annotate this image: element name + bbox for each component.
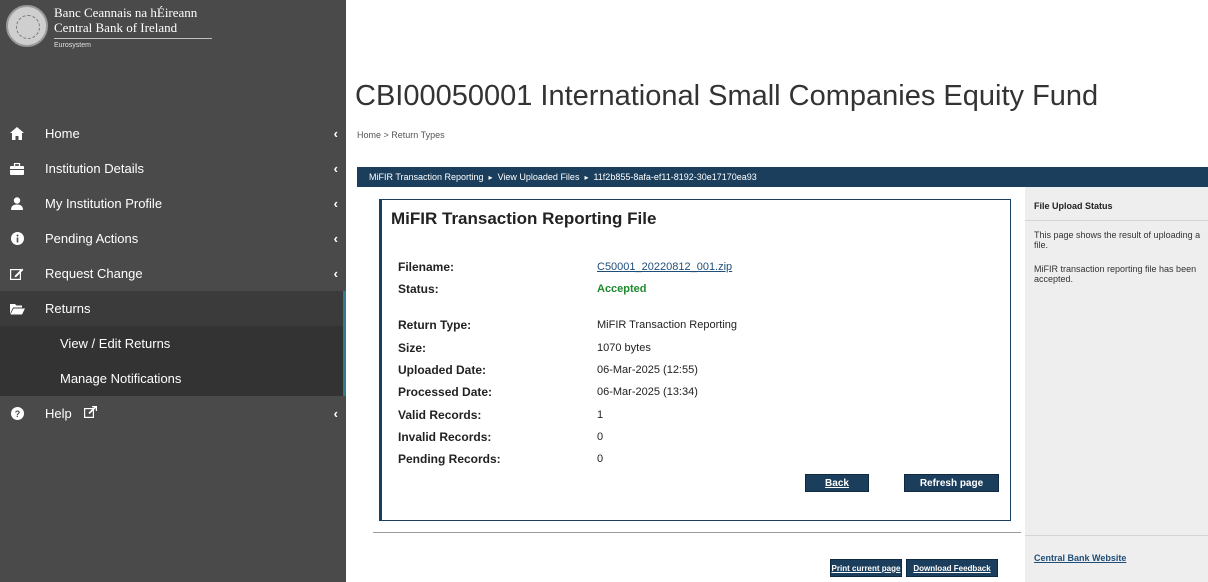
cbi-logo[interactable]: Banc Ceannais na hÉireann Central Bank o…	[0, 0, 346, 70]
content-divider	[373, 532, 1021, 533]
back-button[interactable]: Back	[805, 474, 869, 492]
sidebar-item-pending-actions[interactable]: Pending Actions ‹	[0, 221, 346, 256]
pending-records-value: 0	[597, 453, 604, 465]
return-path-bar: MiFIR Transaction Reporting ▸ View Uploa…	[357, 167, 1208, 187]
size-label: Size:	[398, 341, 427, 355]
panel-heading: File Upload Status	[1025, 187, 1208, 221]
sidebar-item-label: Returns	[45, 301, 91, 316]
logo-irish-name: Banc Ceannais na hÉireann	[54, 5, 198, 20]
path-item-mifir[interactable]: MiFIR Transaction Reporting	[369, 172, 484, 182]
breadcrumb: Home > Return Types	[357, 130, 445, 140]
chevron-left-icon: ‹	[333, 231, 338, 246]
breadcrumb-home-link[interactable]: Home	[357, 130, 381, 140]
file-upload-status-panel: File Upload Status This page shows the r…	[1025, 187, 1208, 582]
return-type-label: Return Type:	[398, 318, 472, 332]
sidebar-nav: Home ‹ Institution Details ‹ My Institut…	[0, 116, 346, 431]
chevron-left-icon: ‹	[333, 266, 338, 281]
chevron-left-icon: ‹	[333, 126, 338, 141]
refresh-page-button[interactable]: Refresh page	[904, 474, 999, 492]
svg-text:?: ?	[14, 409, 20, 419]
invalid-records-value: 0	[597, 431, 604, 443]
sidebar-item-returns[interactable]: Returns	[0, 291, 346, 326]
path-item-view-uploaded-files[interactable]: View Uploaded Files	[498, 172, 580, 182]
valid-records-label: Valid Records:	[398, 408, 482, 422]
logo-divider	[54, 38, 212, 39]
filename-label: Filename:	[398, 260, 455, 274]
user-icon	[9, 196, 25, 212]
home-icon	[9, 126, 25, 142]
processed-date-value: 06-Mar-2025 (13:34)	[597, 386, 698, 398]
path-item-file-id: 11f2b855-8afa-ef11-8192-30e17170ea93	[593, 172, 757, 182]
uploaded-date-value: 06-Mar-2025 (12:55)	[597, 364, 698, 376]
sidebar-item-home[interactable]: Home ‹	[0, 116, 346, 151]
sidebar-item-institution-details[interactable]: Institution Details ‹	[0, 151, 346, 186]
valid-records-value: 1	[597, 409, 604, 421]
status-value: Accepted	[597, 283, 647, 295]
sidebar-item-request-change[interactable]: Request Change ‹	[0, 256, 346, 291]
file-details-card: MiFIR Transaction Reporting File Filenam…	[379, 199, 1011, 521]
question-icon: ?	[9, 406, 25, 422]
chevron-left-icon: ‹	[333, 406, 338, 421]
sidebar-item-label: My Institution Profile	[45, 196, 163, 211]
sidebar-item-label: Pending Actions	[45, 231, 139, 246]
logo-eurosystem: Eurosystem	[54, 42, 91, 49]
caret-right-icon: ▸	[584, 172, 589, 182]
sidebar-subitem-view-edit-returns[interactable]: View / Edit Returns	[0, 326, 346, 361]
card-title: MiFIR Transaction Reporting File	[391, 209, 657, 228]
sidebar-item-label: Home	[45, 126, 80, 141]
harp-seal-icon	[6, 5, 48, 47]
sidebar-subitem-manage-notifications[interactable]: Manage Notifications	[0, 361, 346, 396]
sidebar-item-help[interactable]: ? Help ‹	[0, 396, 346, 431]
central-bank-website-link[interactable]: Central Bank Website	[1034, 553, 1126, 563]
pending-records-label: Pending Records:	[398, 452, 501, 466]
logo-english-name: Central Bank of Ireland	[54, 20, 178, 35]
sidebar-item-label: Institution Details	[45, 161, 144, 176]
panel-status-message: MiFIR transaction reporting file has bee…	[1034, 264, 1197, 284]
print-current-page-button[interactable]: Print current page	[830, 559, 902, 577]
size-value: 1070 bytes	[597, 342, 651, 354]
invalid-records-label: Invalid Records:	[398, 430, 492, 444]
edit-icon	[9, 266, 25, 282]
status-label: Status:	[398, 282, 439, 296]
breadcrumb-separator: >	[381, 130, 392, 140]
caret-right-icon: ▸	[488, 172, 493, 182]
chevron-left-icon: ‹	[333, 196, 338, 211]
info-icon	[9, 231, 25, 247]
briefcase-icon	[9, 161, 25, 177]
folder-open-icon	[9, 301, 25, 317]
page-title: CBI00050001 International Small Companie…	[355, 80, 1099, 112]
sidebar-item-my-institution-profile[interactable]: My Institution Profile ‹	[0, 186, 346, 221]
sidebar-item-label: Help	[45, 406, 72, 421]
download-feedback-button[interactable]: Download Feedback	[906, 559, 998, 577]
panel-divider	[1025, 535, 1208, 536]
return-type-value: MiFIR Transaction Reporting	[597, 319, 737, 331]
filename-link[interactable]: C50001_20220812_001.zip	[597, 261, 732, 273]
sidebar-item-label: Request Change	[45, 266, 143, 281]
sidebar: Banc Ceannais na hÉireann Central Bank o…	[0, 0, 346, 582]
chevron-left-icon: ‹	[333, 161, 338, 176]
panel-description: This page shows the result of uploading …	[1034, 230, 1201, 250]
external-link-icon	[83, 405, 97, 421]
processed-date-label: Processed Date:	[398, 385, 493, 399]
breadcrumb-current: Return Types	[391, 130, 445, 140]
uploaded-date-label: Uploaded Date:	[398, 363, 487, 377]
